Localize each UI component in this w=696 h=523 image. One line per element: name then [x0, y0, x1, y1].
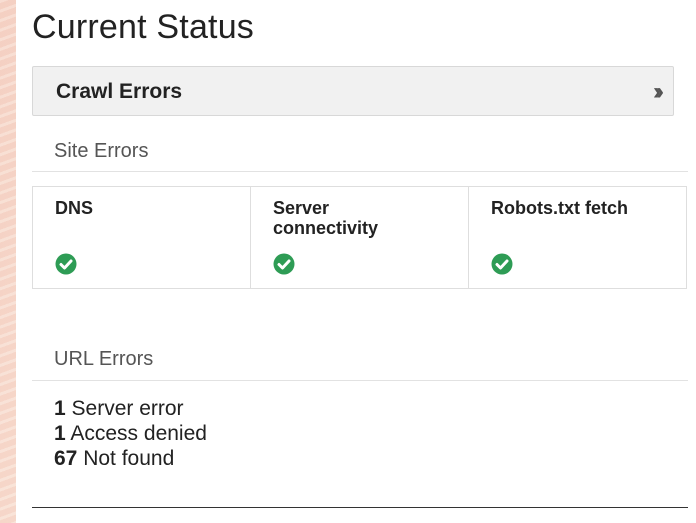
- divider: [32, 507, 688, 508]
- site-error-server-connectivity[interactable]: Server connectivity: [251, 187, 469, 288]
- divider: [32, 171, 688, 172]
- site-error-label: DNS: [55, 198, 94, 218]
- site-error-label: Robots.txt fetch: [491, 198, 628, 218]
- error-label: Not found: [83, 447, 175, 470]
- site-errors-heading: Site Errors: [54, 140, 149, 162]
- list-item[interactable]: 67 Not found: [54, 446, 207, 471]
- check-circle-icon: [55, 253, 77, 275]
- url-errors-heading: URL Errors: [54, 348, 154, 370]
- site-error-robots-fetch[interactable]: Robots.txt fetch: [469, 187, 686, 288]
- divider: [32, 380, 688, 381]
- error-label: Server error: [71, 397, 184, 420]
- site-error-label: Server connectivity: [273, 198, 379, 238]
- double-chevron-right-icon[interactable]: ››: [653, 78, 664, 106]
- url-errors-list: 1 Server error 1 Access denied 67 Not fo…: [54, 396, 207, 471]
- error-label: Access denied: [70, 422, 207, 445]
- check-circle-icon: [491, 253, 513, 275]
- check-circle-icon: [273, 253, 295, 275]
- crawl-errors-bar[interactable]: Crawl Errors ››: [32, 66, 674, 116]
- error-count: 67: [54, 447, 78, 470]
- page-title: Current Status: [32, 8, 255, 46]
- error-count: 1: [54, 397, 66, 420]
- list-item[interactable]: 1 Access denied: [54, 421, 207, 446]
- crawl-errors-label: Crawl Errors: [56, 80, 183, 103]
- error-count: 1: [54, 422, 66, 445]
- site-error-dns[interactable]: DNS: [33, 187, 251, 288]
- current-status-panel: Current Status Crawl Errors ›› Site Erro…: [16, 0, 696, 523]
- site-errors-table: DNS Server connectivity Robots.txt fetch: [32, 186, 687, 289]
- list-item[interactable]: 1 Server error: [54, 396, 207, 421]
